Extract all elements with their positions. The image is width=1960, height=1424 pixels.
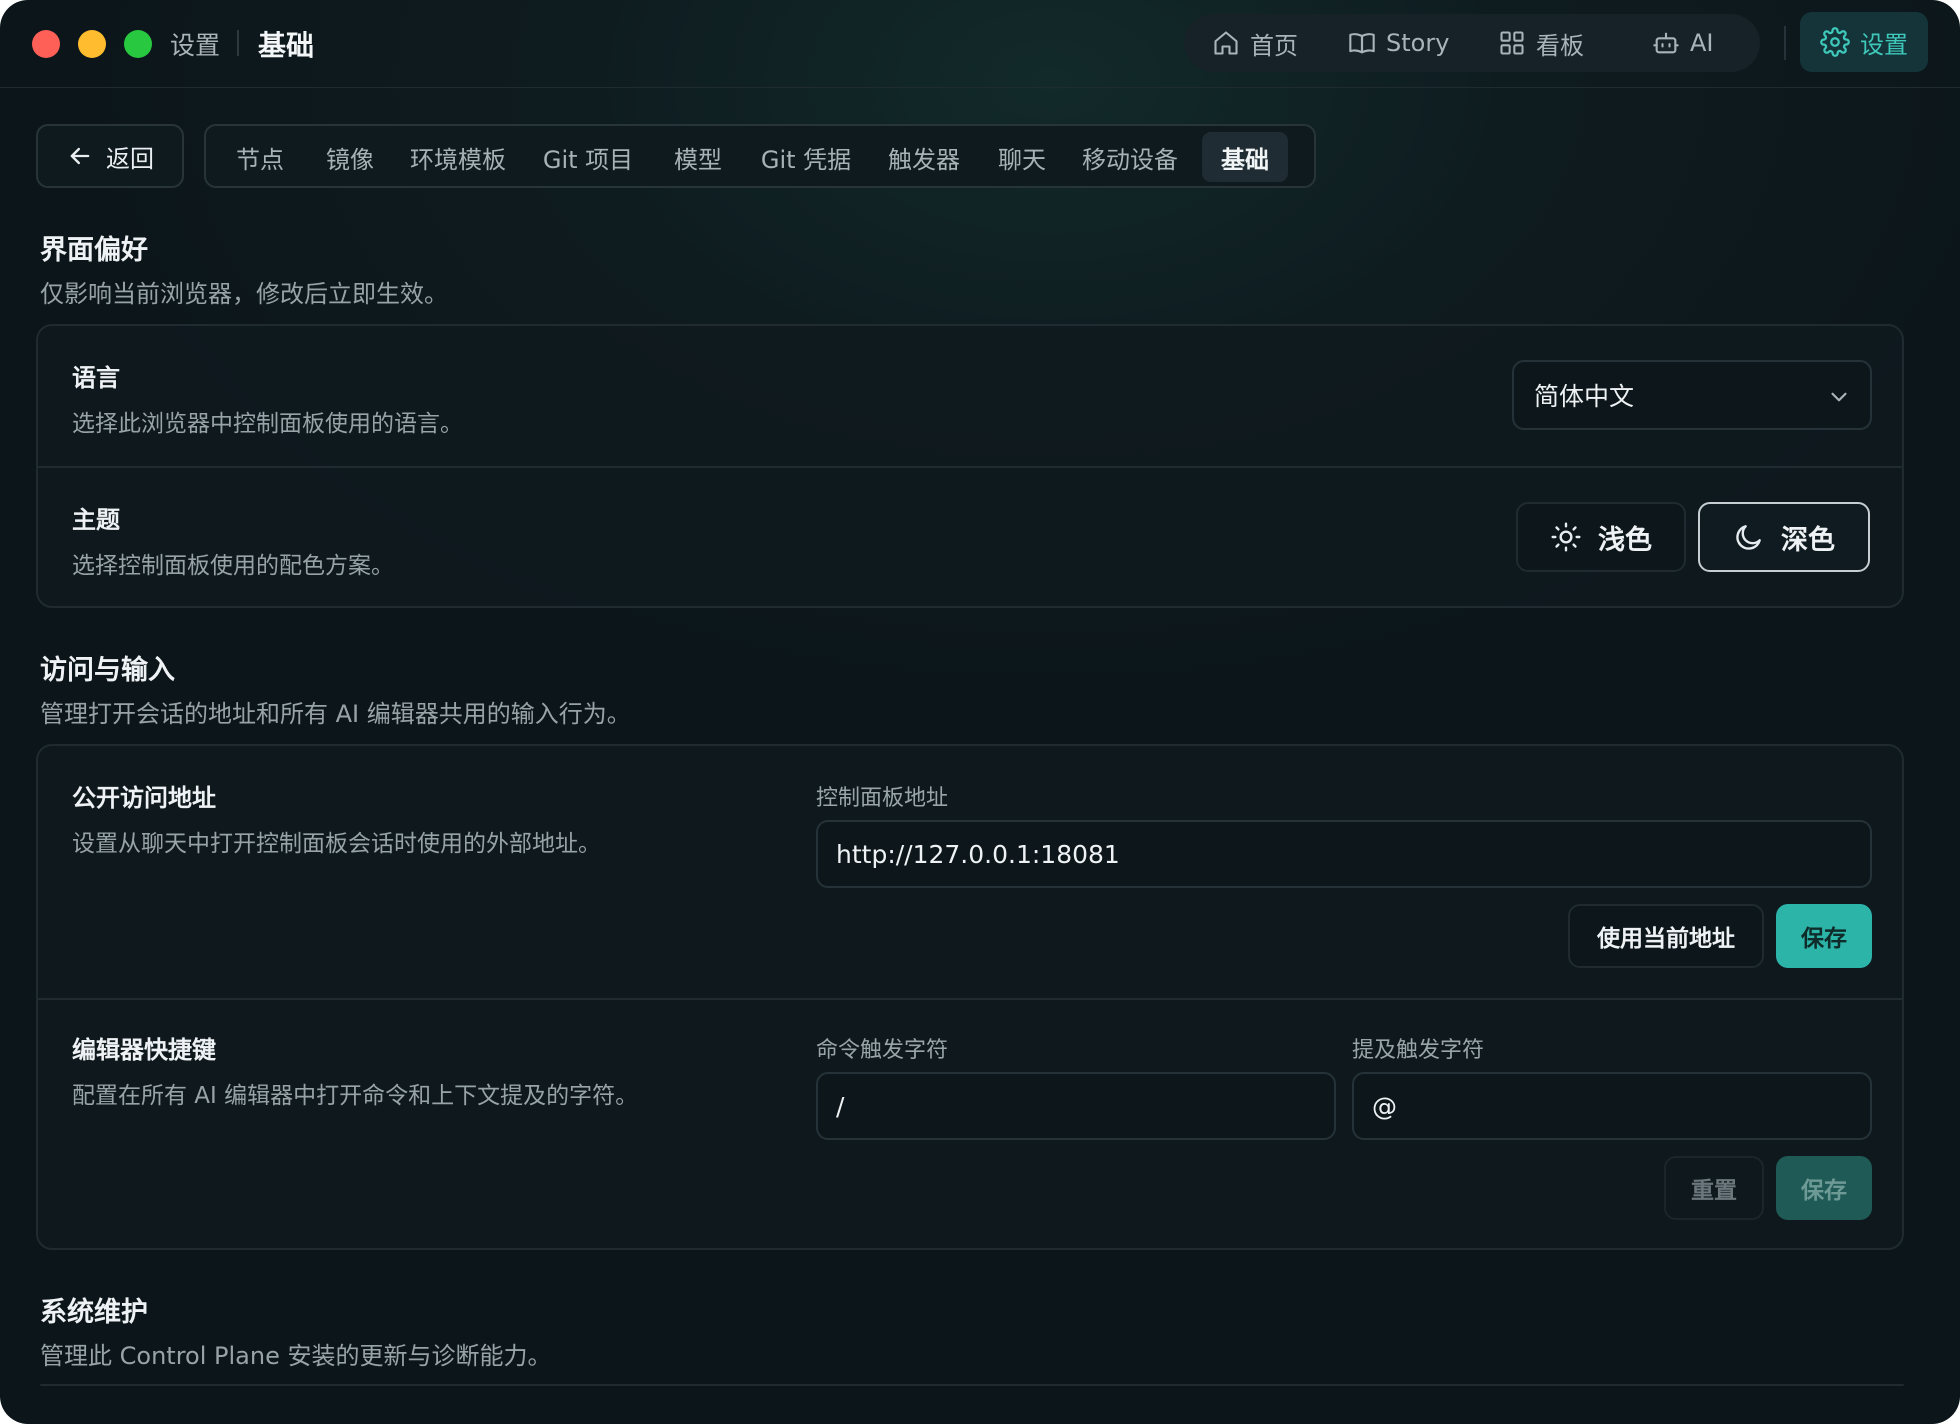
theme-dark-label: 深色 <box>1781 524 1835 556</box>
title-bar: 设置 基础 首页 Story 看板 AI 设置 <box>0 0 1960 88</box>
maintenance-card-edge <box>40 1384 1904 1386</box>
tab-chat[interactable]: 聊天 <box>984 132 1060 182</box>
maximize-window-button[interactable] <box>124 30 152 58</box>
minimize-window-button[interactable] <box>78 30 106 58</box>
nav-board[interactable]: 看板 <box>1498 14 1584 72</box>
mention-trigger-value: @ <box>1372 1091 1397 1121</box>
theme-light-label: 浅色 <box>1598 524 1652 556</box>
theme-description: 选择控制面板使用的配色方案。 <box>72 553 394 579</box>
language-title: 语言 <box>72 364 120 392</box>
breadcrumb-parent[interactable]: 设置 <box>170 26 220 62</box>
mention-trigger-label: 提及触发字符 <box>1352 1038 1485 1063</box>
nav-ai[interactable]: AI <box>1652 14 1714 72</box>
gear-icon <box>1820 27 1850 57</box>
command-trigger-input[interactable]: / <box>816 1072 1336 1140</box>
theme-dark-button[interactable]: 深色 <box>1698 502 1870 572</box>
nav-story-label: Story <box>1386 29 1450 57</box>
public-url-description: 设置从聊天中打开控制面板会话时使用的外部地址。 <box>72 831 601 857</box>
page-title: 基础 <box>258 29 315 62</box>
nav-board-label: 看板 <box>1536 31 1584 60</box>
access-card: 公开访问地址 设置从聊天中打开控制面板会话时使用的外部地址。 控制面板地址 ht… <box>36 744 1904 1250</box>
nav-divider <box>1784 26 1786 60</box>
ui-prefs-description: 仅影响当前浏览器，修改后立即生效。 <box>40 280 448 308</box>
close-window-button[interactable] <box>32 30 60 58</box>
moon-icon <box>1736 525 1761 550</box>
maintenance-title: 系统维护 <box>40 1297 148 1328</box>
breadcrumb-separator <box>237 30 239 56</box>
reset-shortcuts-button[interactable]: 重置 <box>1664 1156 1764 1220</box>
arrow-left-icon <box>70 147 90 165</box>
use-current-url-button[interactable]: 使用当前地址 <box>1568 904 1764 968</box>
ui-prefs-title: 界面偏好 <box>40 235 148 266</box>
tab-basic[interactable]: 基础 <box>1202 132 1288 182</box>
nav-ai-label: AI <box>1690 29 1714 57</box>
sun-icon <box>1551 522 1581 552</box>
nav-home-label: 首页 <box>1250 31 1298 60</box>
nav-home[interactable]: 首页 <box>1212 14 1298 72</box>
command-trigger-value: / <box>836 1091 845 1121</box>
tab-triggers[interactable]: 触发器 <box>874 132 974 182</box>
maintenance-description: 管理此 Control Plane 安装的更新与诊断能力。 <box>40 1342 552 1370</box>
ui-prefs-card: 语言 选择此浏览器中控制面板使用的语言。 简体中文 主题 选择控制面板使用的配色… <box>36 324 1904 608</box>
shortcuts-title: 编辑器快捷键 <box>72 1036 216 1064</box>
language-select[interactable]: 简体中文 <box>1512 360 1872 430</box>
settings-tabs: 节点 镜像 环境模板 Git 项目 模型 Git 凭据 触发器 聊天 移动设备 … <box>204 124 1316 188</box>
language-select-value: 简体中文 <box>1534 382 1635 411</box>
grid-icon <box>1500 31 1524 55</box>
app-window: 设置 基础 首页 Story 看板 AI 设置 返回 节点 镜像 环境模板 Gi… <box>0 0 1960 1424</box>
access-description: 管理打开会话的地址和所有 AI 编辑器共用的输入行为。 <box>40 700 631 728</box>
dashboard-url-value: http://127.0.0.1:18081 <box>836 839 1120 869</box>
back-button[interactable]: 返回 <box>36 124 184 188</box>
tab-env-templates[interactable]: 环境模板 <box>398 132 518 182</box>
theme-title: 主题 <box>72 506 120 534</box>
bot-icon <box>1653 32 1679 54</box>
tab-mobile-devices[interactable]: 移动设备 <box>1068 132 1192 182</box>
tab-images[interactable]: 镜像 <box>310 132 390 182</box>
tab-git-credentials[interactable]: Git 凭据 <box>746 132 866 182</box>
save-url-button[interactable]: 保存 <box>1776 904 1872 968</box>
shortcuts-description: 配置在所有 AI 编辑器中打开命令和上下文提及的字符。 <box>72 1083 639 1109</box>
dashboard-url-label: 控制面板地址 <box>816 786 949 811</box>
nav-story[interactable]: Story <box>1348 14 1449 72</box>
row-divider <box>38 998 1902 1000</box>
command-trigger-label: 命令触发字符 <box>816 1038 949 1063</box>
language-description: 选择此浏览器中控制面板使用的语言。 <box>72 411 463 437</box>
nav-settings-label: 设置 <box>1860 30 1908 59</box>
top-navigation: 首页 Story 看板 AI <box>1184 14 1760 72</box>
back-button-label: 返回 <box>106 144 154 173</box>
dashboard-url-input[interactable]: http://127.0.0.1:18081 <box>816 820 1872 888</box>
nav-settings-button[interactable]: 设置 <box>1800 12 1928 72</box>
tab-nodes[interactable]: 节点 <box>220 132 300 182</box>
save-shortcuts-button[interactable]: 保存 <box>1776 1156 1872 1220</box>
row-divider <box>38 466 1902 468</box>
tab-models[interactable]: 模型 <box>658 132 738 182</box>
tab-git-projects[interactable]: Git 项目 <box>528 132 648 182</box>
home-icon <box>1214 31 1238 55</box>
public-url-title: 公开访问地址 <box>72 784 216 812</box>
theme-light-button[interactable]: 浅色 <box>1516 502 1686 572</box>
mention-trigger-input[interactable]: @ <box>1352 1072 1872 1140</box>
book-icon <box>1349 33 1375 54</box>
chevron-down-icon <box>1831 392 1847 402</box>
access-title: 访问与输入 <box>40 655 175 686</box>
